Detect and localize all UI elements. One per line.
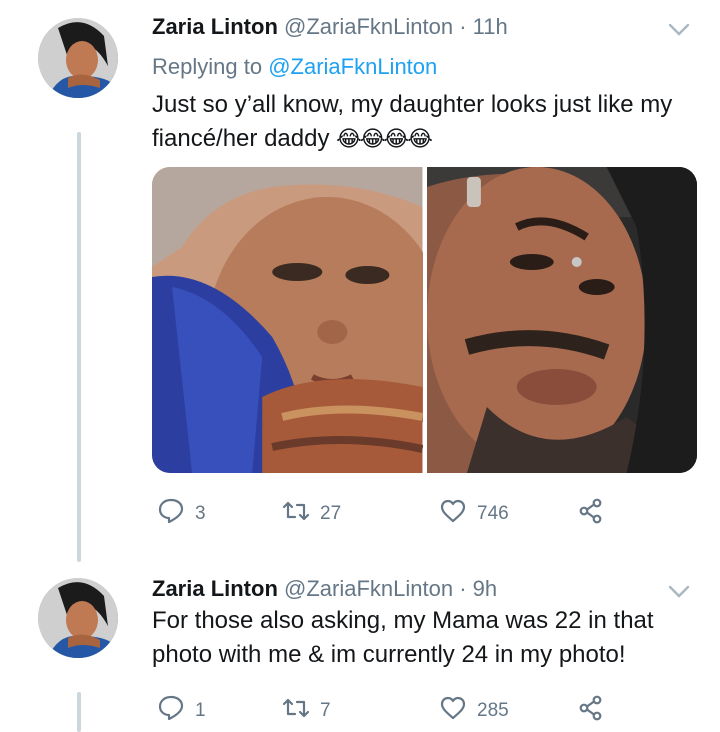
tweet-text-line: Just so y’all know, my daughter looks ju… <box>152 91 673 118</box>
avatar[interactable] <box>38 578 118 658</box>
retweet-icon <box>282 694 310 728</box>
like-icon <box>439 497 467 531</box>
share-icon <box>577 694 605 728</box>
retweet-icon <box>282 497 310 531</box>
thread-line <box>77 692 81 732</box>
display-name[interactable]: Zaria Linton <box>152 576 278 601</box>
emoji: 😂😂😂😂 <box>336 126 433 151</box>
like-icon <box>439 694 467 728</box>
chevron-down-icon[interactable] <box>668 582 690 605</box>
tweet-actions: 1 7 285 <box>152 694 632 730</box>
reply-button[interactable]: 1 <box>157 694 206 728</box>
tweet-header: Zaria Linton @ZariaFknLinton · 9h <box>152 576 497 602</box>
replying-prefix: Replying to <box>152 54 269 79</box>
retweet-button[interactable]: 7 <box>282 694 331 728</box>
replying-to: Replying to @ZariaFknLinton <box>152 54 437 80</box>
tweet-text-line: For those also asking, my Mama was 22 in… <box>152 607 654 634</box>
retweet-count: 7 <box>320 700 331 721</box>
user-handle[interactable]: @ZariaFknLinton <box>284 576 453 601</box>
reply-count: 3 <box>195 503 206 524</box>
retweet-button[interactable]: 27 <box>282 497 341 531</box>
photo-father[interactable] <box>426 167 697 473</box>
like-button[interactable]: 285 <box>439 694 509 728</box>
reply-icon <box>157 694 185 728</box>
tweet-text-line: photo with me & im currently 24 in my ph… <box>152 641 626 668</box>
display-name[interactable]: Zaria Linton <box>152 14 278 39</box>
like-button[interactable]: 746 <box>439 497 509 531</box>
reply-icon <box>157 497 185 531</box>
media-grid[interactable] <box>152 167 697 473</box>
like-count: 285 <box>477 700 509 721</box>
tweet-text-line: fiancé/her daddy 😂😂😂😂 <box>152 122 702 156</box>
retweet-count: 27 <box>320 503 342 524</box>
separator: · <box>459 576 467 601</box>
share-button[interactable] <box>577 497 605 531</box>
separator: · <box>459 14 467 39</box>
tweet-text-span: fiancé/her daddy <box>152 125 337 152</box>
avatar[interactable] <box>38 18 118 98</box>
share-icon <box>577 497 605 531</box>
thread-line <box>77 132 81 562</box>
tweet-actions: 3 27 746 <box>152 497 632 533</box>
replying-to-link[interactable]: @ZariaFknLinton <box>268 54 437 79</box>
tweet-text: For those also asking, my Mama was 22 in… <box>152 604 702 672</box>
share-button[interactable] <box>577 694 605 728</box>
chevron-down-icon[interactable] <box>668 20 690 43</box>
photo-baby[interactable] <box>152 167 423 473</box>
timestamp[interactable]: 11h <box>473 14 508 39</box>
user-handle[interactable]: @ZariaFknLinton <box>284 14 453 39</box>
reply-button[interactable]: 3 <box>157 497 206 531</box>
tweet-text: Just so y’all know, my daughter looks ju… <box>152 88 702 156</box>
like-count: 746 <box>477 503 509 524</box>
tweet-header: Zaria Linton @ZariaFknLinton · 11h <box>152 14 508 40</box>
timestamp[interactable]: 9h <box>473 576 497 601</box>
reply-count: 1 <box>195 700 206 721</box>
